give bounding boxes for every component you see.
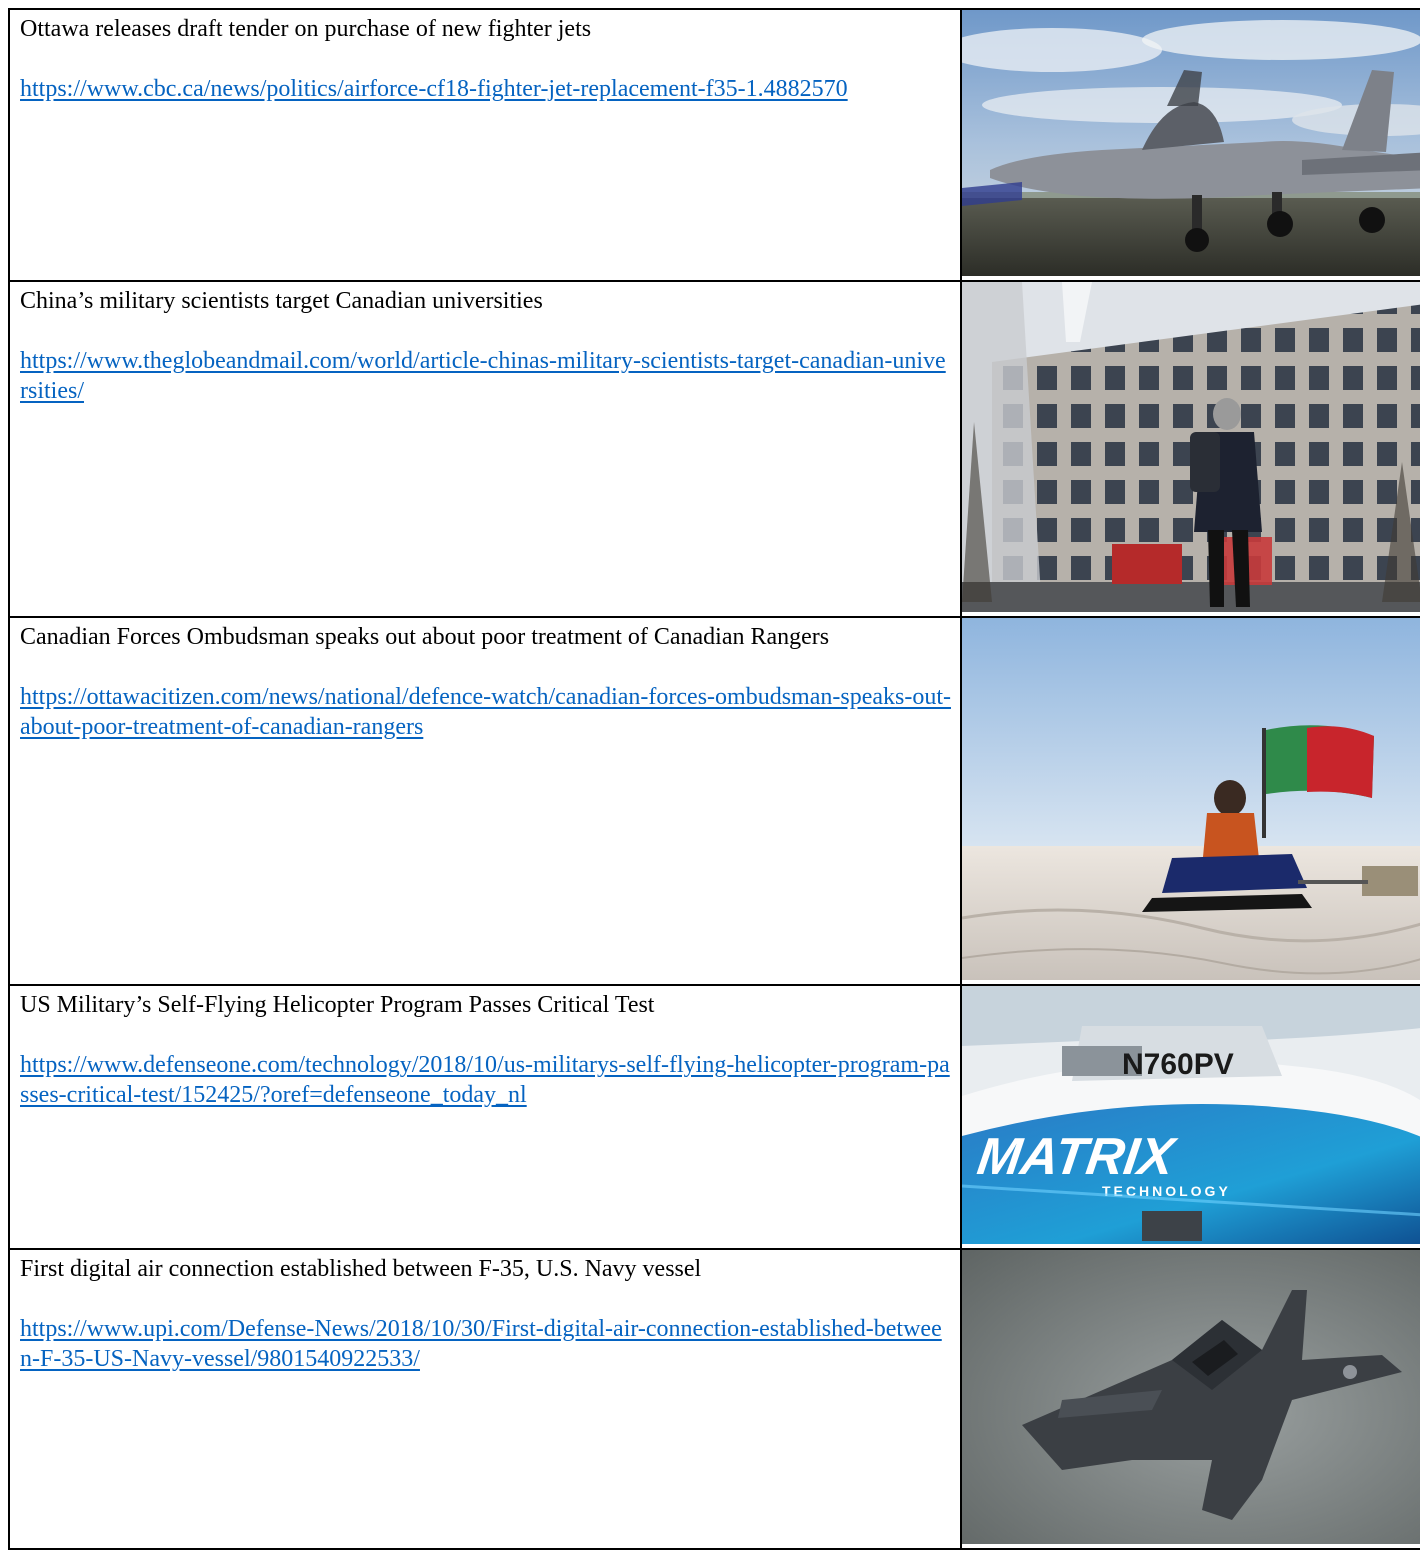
table-row: Ottawa releases draft tender on purchase… bbox=[8, 8, 1420, 282]
article-link[interactable]: https://www.theglobeandmail.com/world/ar… bbox=[20, 346, 952, 406]
news-table: Ottawa releases draft tender on purchase… bbox=[8, 8, 1420, 1550]
article-text-cell: First digital air connection established… bbox=[8, 1248, 962, 1550]
article-headline: China’s military scientists target Canad… bbox=[20, 288, 543, 314]
document-page: Ottawa releases draft tender on purchase… bbox=[0, 0, 1420, 1550]
article-headline: Canadian Forces Ombudsman speaks out abo… bbox=[20, 624, 830, 650]
article-headline: US Military’s Self-Flying Helicopter Pro… bbox=[20, 992, 655, 1018]
article-text-cell: Ottawa releases draft tender on purchase… bbox=[8, 8, 962, 282]
snowmobile-flag-image bbox=[962, 618, 1420, 980]
tail-number-label: N760PV bbox=[1122, 1048, 1234, 1081]
article-link[interactable]: https://ottawacitizen.com/news/national/… bbox=[20, 682, 952, 742]
university-building-image bbox=[962, 282, 1420, 612]
article-text-cell: US Military’s Self-Flying Helicopter Pro… bbox=[8, 984, 962, 1250]
article-image-cell: N760PV MATRIX TECHNOLOGY bbox=[960, 984, 1420, 1250]
table-row: China’s military scientists target Canad… bbox=[8, 280, 1420, 618]
helicopter-image: N760PV MATRIX TECHNOLOGY bbox=[962, 986, 1420, 1244]
f35-in-flight-image bbox=[962, 1250, 1420, 1544]
article-link[interactable]: https://www.upi.com/Defense-News/2018/10… bbox=[20, 1314, 952, 1374]
article-link[interactable]: https://www.defenseone.com/technology/20… bbox=[20, 1050, 952, 1110]
article-image-cell bbox=[960, 8, 1420, 282]
table-row: Canadian Forces Ombudsman speaks out abo… bbox=[8, 616, 1420, 986]
article-text-cell: Canadian Forces Ombudsman speaks out abo… bbox=[8, 616, 962, 986]
article-headline: Ottawa releases draft tender on purchase… bbox=[20, 16, 592, 42]
article-text-cell: China’s military scientists target Canad… bbox=[8, 280, 962, 618]
matrix-brand-label: MATRIX bbox=[974, 1128, 1181, 1186]
article-link[interactable]: https://www.cbc.ca/news/politics/airforc… bbox=[20, 74, 952, 104]
table-row: US Military’s Self-Flying Helicopter Pro… bbox=[8, 984, 1420, 1250]
fighter-jet-on-tarmac-image bbox=[962, 10, 1420, 276]
table-row: First digital air connection established… bbox=[8, 1248, 1420, 1550]
article-headline: First digital air connection established… bbox=[20, 1256, 702, 1282]
article-image-cell bbox=[960, 280, 1420, 618]
article-image-cell bbox=[960, 616, 1420, 986]
article-image-cell bbox=[960, 1248, 1420, 1550]
